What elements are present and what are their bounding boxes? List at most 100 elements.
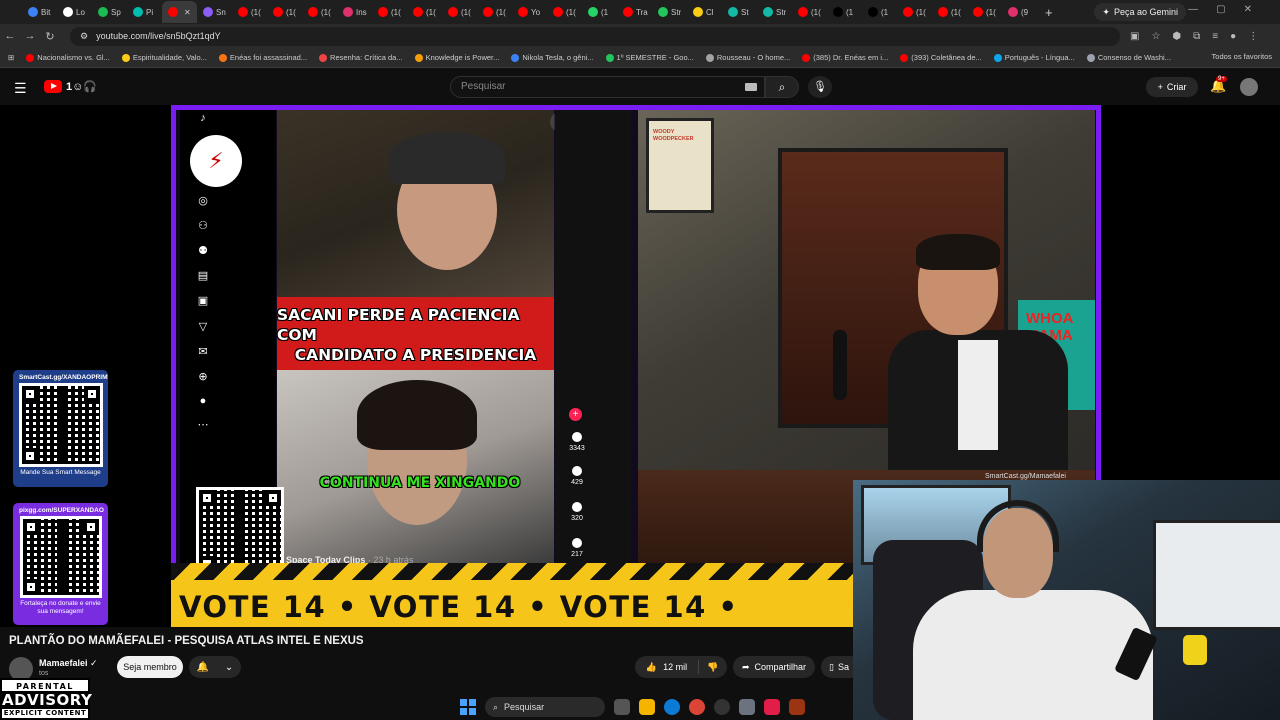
browser-tab[interactable]: (9 <box>1002 1 1037 23</box>
like-dislike-group: 👍 12 mil 👎 <box>635 656 727 678</box>
browser-tab[interactable]: Yo <box>512 1 547 23</box>
search-button[interactable]: ⌕ <box>765 76 799 98</box>
browser-tab[interactable]: (1 <box>827 1 862 23</box>
url-field[interactable]: ⚙ youtube.com/live/sn5bQzt1qdY <box>70 26 1120 46</box>
messages-icon: ✉ <box>198 346 208 358</box>
browser-tab[interactable]: (1( <box>547 1 582 23</box>
like-button[interactable]: 👍 12 mil <box>635 660 699 674</box>
browser-tab[interactable]: (1( <box>932 1 967 23</box>
browser-tab[interactable]: (1( <box>232 1 267 23</box>
browser-tab[interactable]: Str <box>652 1 687 23</box>
chrome-icon[interactable] <box>689 699 705 715</box>
browser-tab[interactable]: (1 <box>862 1 897 23</box>
gemini-button[interactable]: ✦ Peça ao Gemini <box>1094 3 1186 21</box>
browser-tab[interactable]: (1( <box>967 1 1002 23</box>
bookmark-item[interactable]: (393) Coletânea de... <box>900 53 982 62</box>
browser-tab[interactable]: Lo <box>57 1 92 23</box>
bookmark-item[interactable]: (385) Dr. Enéas em i... <box>802 53 888 62</box>
profile-icon[interactable]: ● <box>1230 31 1236 42</box>
hamburger-menu-icon[interactable]: ☰ <box>14 80 27 97</box>
keyboard-icon[interactable] <box>745 83 757 91</box>
toolbar-icons: ▣ ☆ ⬢ ⧉ ≡ ● ⋮ <box>1130 31 1258 42</box>
browser-tab[interactable]: (1( <box>407 1 442 23</box>
edge-icon[interactable] <box>664 699 680 715</box>
browser-tab[interactable]: Bit <box>22 1 57 23</box>
tab-favicon-icon <box>133 7 143 17</box>
host-hair <box>916 234 1000 270</box>
tab-label: Pi <box>146 7 154 17</box>
browser-tab[interactable]: (1( <box>897 1 932 23</box>
bookmark-item[interactable]: Nacionalismo vs. Gl... <box>26 53 110 62</box>
tab-label: Tra <box>636 7 648 17</box>
browser-tab[interactable]: Sp <box>92 1 127 23</box>
browser-tab[interactable]: (1( <box>267 1 302 23</box>
browser-tab[interactable]: Cl <box>687 1 722 23</box>
all-bookmarks-link[interactable]: Todos os favoritos <box>1212 52 1272 61</box>
browser-tab[interactable]: Sn <box>197 1 232 23</box>
join-member-button[interactable]: Seja membro <box>117 656 183 678</box>
taskbar-search[interactable]: ⌕ Pesquisar <box>485 697 605 717</box>
cast-icon[interactable]: ▣ <box>1130 31 1139 42</box>
github-icon[interactable] <box>714 699 730 715</box>
reload-icon[interactable]: ↻ <box>40 30 60 43</box>
extensions-puzzle-icon[interactable]: ⧉ <box>1193 31 1200 42</box>
youtube-logo[interactable]: 1☺🎧 <box>44 80 97 93</box>
obs-icon[interactable] <box>789 699 805 715</box>
voice-search-button[interactable]: 🎙 <box>808 76 832 98</box>
settings-icon[interactable] <box>739 699 755 715</box>
red-app-icon[interactable] <box>764 699 780 715</box>
reading-list-icon[interactable]: ≡ <box>1212 31 1218 42</box>
bookmark-favicon-icon <box>218 53 227 62</box>
save-icon: ▯ <box>829 661 834 672</box>
create-button[interactable]: + Criar <box>1146 77 1198 97</box>
search-icon: ⌕ <box>493 701 499 712</box>
bookmark-item[interactable]: Português - Língua... <box>993 53 1075 62</box>
bookmark-item[interactable]: 1º SEMESTRE - Goo... <box>605 53 694 62</box>
cam-watermark: SmartCast.gg/Mamaefalei <box>985 473 1066 480</box>
dislike-button[interactable]: 👎 <box>699 662 727 673</box>
new-tab-icon[interactable]: + <box>1045 5 1053 20</box>
bookmark-item[interactable]: Espiritualidade, Valo... <box>121 53 207 62</box>
browser-tab[interactable]: Pi <box>127 1 162 23</box>
browser-tab[interactable]: Tra <box>617 1 652 23</box>
bookmark-item[interactable]: Nikola Tesla, o gêni... <box>511 53 594 62</box>
browser-tab[interactable]: St <box>722 1 757 23</box>
browser-tab[interactable]: Str <box>757 1 792 23</box>
kebab-menu-icon[interactable]: ⋮ <box>1248 31 1258 42</box>
tab-label: (1( <box>426 7 436 17</box>
forward-icon[interactable]: → <box>20 30 40 42</box>
back-icon[interactable]: ← <box>0 30 20 42</box>
tab-label: (1 <box>881 7 889 17</box>
file-explorer-icon[interactable] <box>639 699 655 715</box>
site-info-icon[interactable]: ⚙ <box>80 31 88 42</box>
browser-tab[interactable]: (1 <box>582 1 617 23</box>
user-avatar[interactable] <box>1240 78 1258 96</box>
browser-tab[interactable]: (1( <box>372 1 407 23</box>
browser-tab[interactable]: (1( <box>302 1 337 23</box>
windows-start-icon[interactable] <box>460 699 476 715</box>
bookmark-item[interactable]: Rousseau - O home... <box>705 53 790 62</box>
bookmark-star-icon[interactable]: ☆ <box>1151 31 1160 42</box>
smartcast-card-1: SmartCast.gg/XANDAOPRIME Mande Sua Smart… <box>13 370 108 487</box>
extension-icon[interactable]: ⬢ <box>1172 31 1181 42</box>
apps-grid-icon[interactable]: ⊞ <box>8 53 14 62</box>
bookmark-item[interactable]: Resenha: Crítica da... <box>319 53 403 62</box>
browser-tab[interactable]: ✕ <box>162 1 197 23</box>
browser-tab[interactable]: (1( <box>442 1 477 23</box>
upload-icon: ⊕ <box>198 371 208 383</box>
browser-tab[interactable]: Ins <box>337 1 372 23</box>
search-icon: ⌕ <box>778 80 786 94</box>
browser-tab[interactable]: (1( <box>477 1 512 23</box>
bookmark-item[interactable]: Knowledge is Power... <box>414 53 499 62</box>
window-controls[interactable]: —▢✕ <box>1188 4 1270 15</box>
bookmark-item[interactable]: Enéas foi assassinad... <box>218 53 307 62</box>
bookmark-item[interactable]: Consenso de Washi... <box>1086 53 1171 62</box>
browser-tab[interactable]: (1( <box>792 1 827 23</box>
search-input[interactable]: Pesquisar <box>450 76 765 98</box>
channel-name[interactable]: Mamaefalei ✓ <box>39 658 98 669</box>
task-view-icon[interactable] <box>614 699 630 715</box>
tab-label: (1( <box>951 7 961 17</box>
subscription-bell-button[interactable]: 🔔 ⌄ <box>189 656 241 678</box>
share-button[interactable]: ➦ Compartilhar <box>733 656 815 678</box>
close-tab-icon[interactable]: ✕ <box>184 8 191 17</box>
